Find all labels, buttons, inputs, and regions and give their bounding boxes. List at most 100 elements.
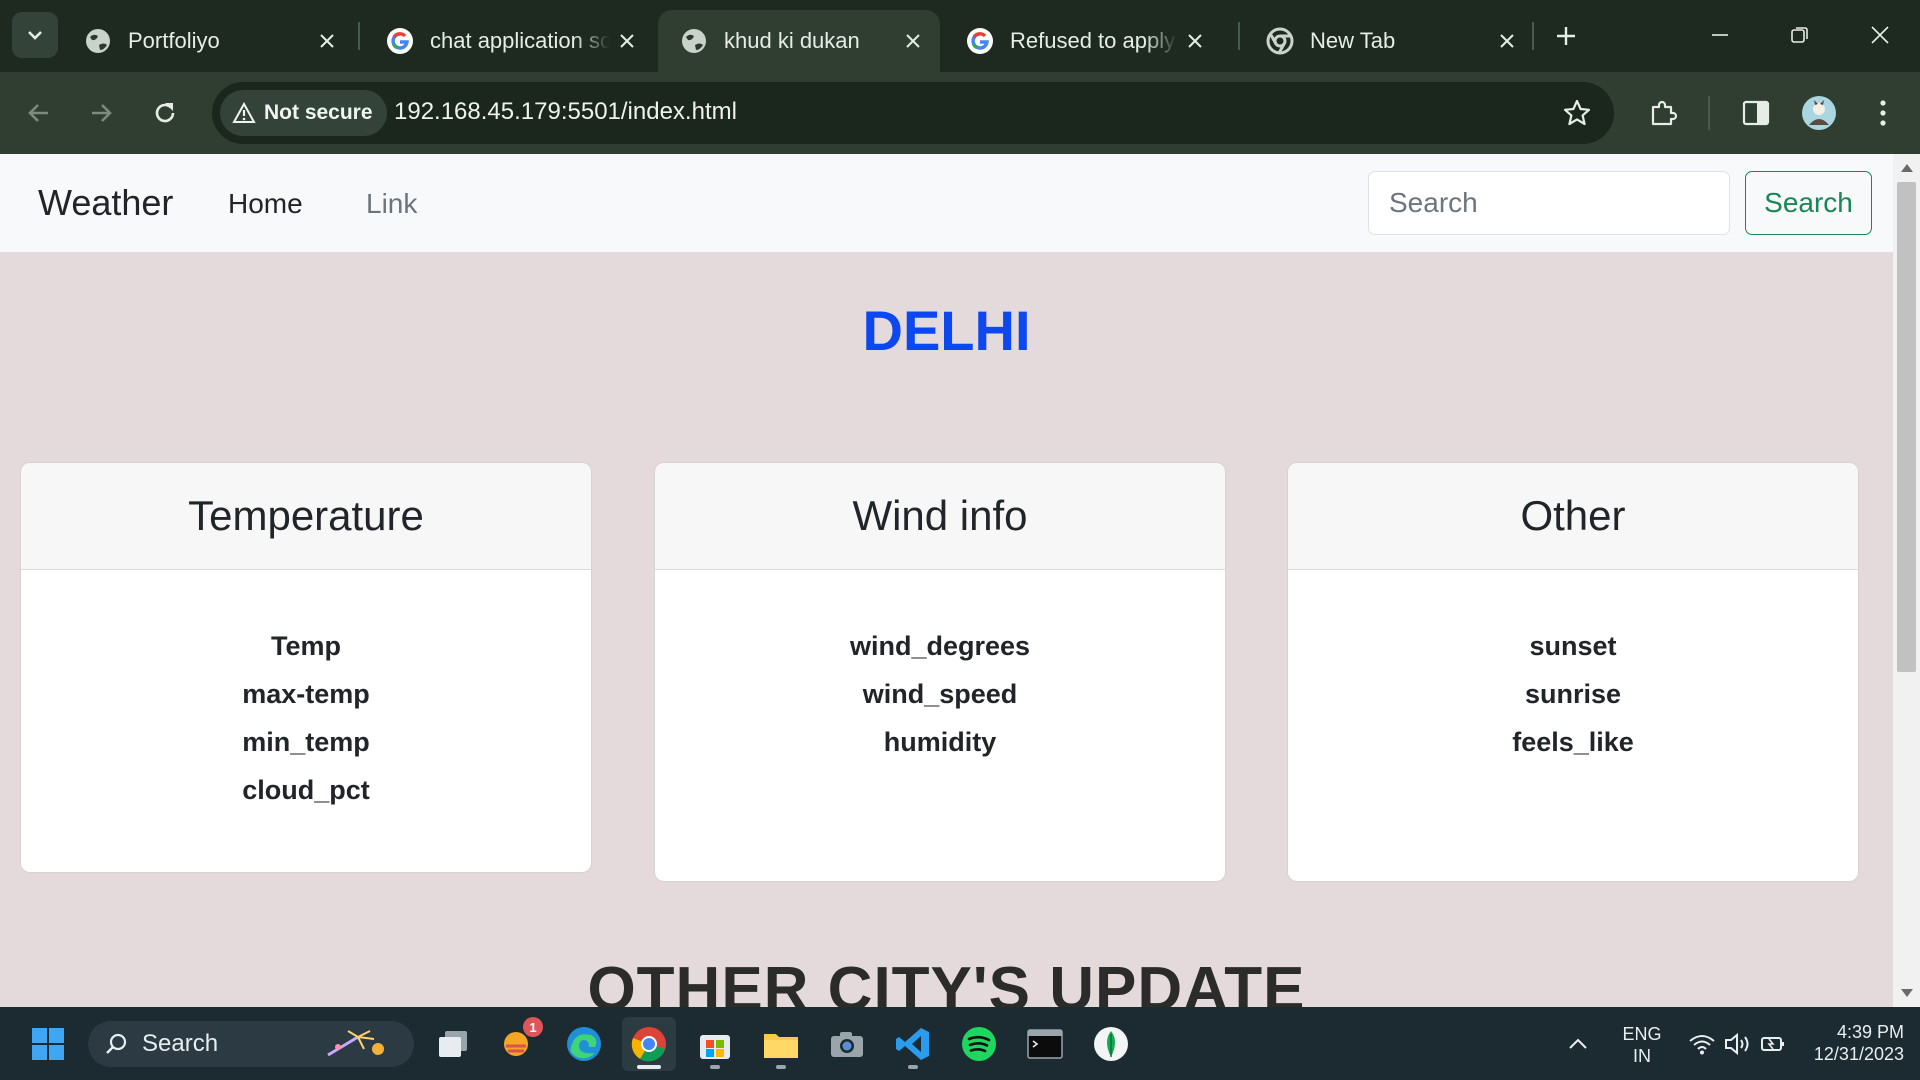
widgets-button[interactable]: 1 xyxy=(491,1017,545,1071)
clock[interactable]: 4:39 PM 12/31/2023 xyxy=(1794,1021,1904,1065)
tab-new-tab[interactable]: New Tab xyxy=(1244,10,1534,72)
card-row: wind_degrees xyxy=(849,631,1031,661)
page-scrollbar[interactable] xyxy=(1893,154,1920,1007)
terminal-app[interactable] xyxy=(1018,1017,1072,1071)
url-text[interactable]: 192.168.45.179:5501/index.html xyxy=(394,98,737,126)
card-row: sunrise xyxy=(1524,679,1622,709)
close-icon[interactable] xyxy=(1178,24,1212,58)
globe-icon xyxy=(680,27,708,55)
tab-portfoliyo[interactable]: Portfoliyo xyxy=(62,10,354,72)
menu-button[interactable] xyxy=(1860,90,1906,136)
scrollbar-thumb[interactable] xyxy=(1897,182,1916,672)
chevron-up-icon xyxy=(1569,1038,1587,1049)
language-indicator[interactable]: ENG IN xyxy=(1612,1023,1672,1067)
site-security-chip[interactable]: Not secure xyxy=(220,90,387,136)
camera-app[interactable] xyxy=(820,1017,874,1071)
taskbar-search[interactable]: Search xyxy=(88,1021,414,1067)
search-input[interactable] xyxy=(1368,171,1730,235)
reload-button[interactable] xyxy=(142,90,188,136)
close-icon[interactable] xyxy=(310,24,344,58)
wifi-icon xyxy=(1689,1035,1715,1055)
other-cities-heading: OTHER CITY'S UPDATE xyxy=(587,955,1306,1007)
temperature-card: Temperature Temp max-temp min_temp cloud… xyxy=(20,462,592,873)
close-window-button[interactable] xyxy=(1852,12,1908,58)
quick-settings-button[interactable] xyxy=(1684,1017,1790,1071)
running-indicator xyxy=(908,1065,918,1069)
card-body: wind_degrees wind_speed humidity xyxy=(655,570,1225,766)
card-row: min_temp xyxy=(242,727,370,757)
camera-icon xyxy=(831,1032,863,1057)
new-tab-button[interactable] xyxy=(1546,16,1586,56)
warning-icon xyxy=(232,102,256,123)
taskbar-search-label: Search xyxy=(142,1030,219,1057)
spotify-app[interactable] xyxy=(952,1017,1006,1071)
clock-date: 12/31/2023 xyxy=(1813,1044,1904,1064)
toolbar-separator xyxy=(1708,96,1710,130)
profile-button[interactable] xyxy=(1796,90,1842,136)
puzzle-icon xyxy=(1651,100,1678,126)
tab-title: chat application source xyxy=(430,28,610,53)
bookmark-button[interactable] xyxy=(1560,96,1594,130)
google-icon xyxy=(386,27,414,55)
card-row: humidity xyxy=(883,727,997,757)
minimize-icon xyxy=(1712,34,1728,36)
other-card: Other sunset sunrise feels_like xyxy=(1287,462,1859,882)
restore-button[interactable] xyxy=(1772,12,1828,58)
tab-search-button[interactable] xyxy=(12,12,58,58)
show-hidden-icons-button[interactable] xyxy=(1556,1017,1600,1071)
globe-icon xyxy=(84,27,112,55)
chrome-app[interactable] xyxy=(622,1017,676,1071)
search-button[interactable]: Search xyxy=(1745,171,1872,235)
forward-button[interactable] xyxy=(78,90,124,136)
triangle-up-icon xyxy=(1900,164,1913,172)
chrome-icon xyxy=(1266,27,1294,55)
wind-info-card: Wind info wind_degrees wind_speed humidi… xyxy=(654,462,1226,882)
more-vert-icon xyxy=(1880,100,1886,126)
vscode-icon xyxy=(896,1028,929,1060)
edge-app[interactable] xyxy=(557,1017,611,1071)
running-indicator xyxy=(710,1065,720,1069)
battery-icon xyxy=(1761,1037,1784,1051)
arrow-right-icon xyxy=(92,104,112,122)
card-header: Wind info xyxy=(655,463,1225,570)
tab-khud-ki-dukan[interactable]: khud ki dukan xyxy=(658,10,940,72)
side-panel-button[interactable] xyxy=(1733,90,1779,136)
star-icon xyxy=(1563,99,1591,126)
close-icon[interactable] xyxy=(1490,24,1524,58)
tab-title: Portfoliyo xyxy=(128,28,220,53)
close-icon[interactable] xyxy=(610,24,644,58)
card-body: Temp max-temp min_temp cloud_pct xyxy=(21,570,591,814)
navbar-brand[interactable]: Weather xyxy=(38,182,173,224)
terminal-icon xyxy=(1027,1029,1063,1059)
close-icon xyxy=(1871,26,1889,44)
task-view-icon xyxy=(439,1031,467,1057)
close-icon[interactable] xyxy=(896,24,930,58)
tab-title: New Tab xyxy=(1310,28,1396,53)
task-view-button[interactable] xyxy=(426,1017,480,1071)
start-button[interactable] xyxy=(21,1017,75,1071)
vscode-app[interactable] xyxy=(886,1017,940,1071)
back-button[interactable] xyxy=(16,90,62,136)
browser-tab-strip: Portfoliyo chat application source khud … xyxy=(0,0,1920,72)
nav-link-link[interactable]: Link xyxy=(366,188,417,220)
tab-refused-to-apply[interactable]: Refused to apply style xyxy=(944,10,1222,72)
tab-title: khud ki dukan xyxy=(724,28,860,53)
file-explorer-app[interactable] xyxy=(754,1017,808,1071)
running-indicator xyxy=(776,1065,786,1069)
fireworks-icon xyxy=(327,1030,384,1057)
extensions-button[interactable] xyxy=(1640,90,1686,136)
store-app[interactable] xyxy=(688,1017,742,1071)
scroll-up-arrow[interactable] xyxy=(1893,156,1920,180)
card-row: wind_speed xyxy=(862,679,1018,709)
tab-chat-application[interactable]: chat application source xyxy=(364,10,654,72)
mongodb-app[interactable] xyxy=(1084,1017,1138,1071)
address-bar[interactable]: Not secure 192.168.45.179:5501/index.htm… xyxy=(212,82,1614,144)
nav-link-home[interactable]: Home xyxy=(228,188,303,220)
side-panel-icon xyxy=(1742,100,1770,126)
card-header: Temperature xyxy=(21,463,591,570)
site-navbar: Weather Home Link Search xyxy=(0,154,1893,252)
minimize-button[interactable] xyxy=(1692,12,1748,58)
scroll-down-arrow[interactable] xyxy=(1893,981,1920,1005)
browser-toolbar: Not secure 192.168.45.179:5501/index.htm… xyxy=(0,72,1920,154)
card-header: Other xyxy=(1288,463,1858,570)
